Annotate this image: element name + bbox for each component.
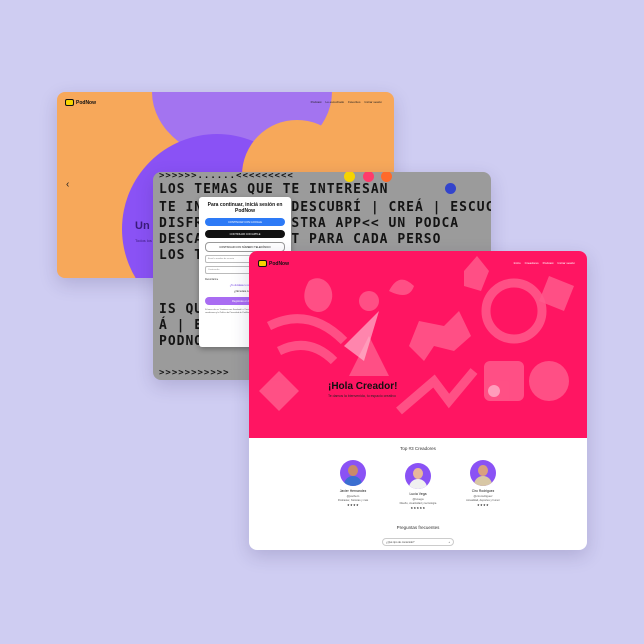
logo-text: PodNow <box>76 99 96 106</box>
remember-checkbox[interactable]: Recordarme <box>205 278 218 281</box>
chevron-left-icon[interactable]: ‹ <box>66 179 69 190</box>
hero-banner: PodNow Inicio Creadores Podcast Iniciar … <box>249 251 587 438</box>
avatar <box>340 460 366 486</box>
podnow-logo[interactable]: PodNow <box>258 260 289 267</box>
logo-text: PodNow <box>269 260 289 267</box>
faq-question: ¿Qué tipo de contenido? <box>386 540 415 544</box>
podnow-logo[interactable]: PodNow <box>65 99 96 106</box>
avatar <box>470 460 496 486</box>
rating-stars: ★★★★★ <box>410 506 426 510</box>
apple-login-button[interactable]: CONTINUAR CON APPLE <box>205 230 285 238</box>
rating-stars: ★★★★ <box>347 503 359 507</box>
nav-inicio[interactable]: Inicio <box>514 261 521 265</box>
creator-description: Diseño, creatividad y tecnología <box>399 502 437 505</box>
creator-card[interactable]: Javier Hernandez @javihern Podcaster, hi… <box>323 460 383 507</box>
pattern-row: >>>>>>>>>>> <box>159 368 230 378</box>
creator-card[interactable]: Ciro Rodriguez @cirorodriguez Actualidad… <box>453 460 513 507</box>
blue-dot <box>445 183 456 194</box>
top-nav: Inicio Creadores Podcast Iniciar sesión <box>514 261 575 265</box>
faq-accordion-item[interactable]: ¿Qué tipo de contenido? + <box>382 538 454 546</box>
modal-title: Para continuar, iniciá sesión en PodNow <box>207 202 283 214</box>
creator-card[interactable]: Lucía Vega @luvega Diseño, creatividad y… <box>388 463 448 510</box>
nav-login[interactable]: Iniciar sesión <box>364 100 382 104</box>
nav-escuchado[interactable]: Lo escuchado <box>325 100 344 104</box>
nav-creadores[interactable]: Creadores <box>525 261 539 265</box>
pattern-row: >>>>>>......<<<<<<<<< <box>159 172 294 181</box>
hero-pattern <box>259 256 574 415</box>
logo-icon <box>65 99 74 106</box>
nav-login[interactable]: Iniciar sesión <box>557 261 575 265</box>
rating-stars: ★★★★ <box>477 503 489 507</box>
creator-name: Lucía Vega <box>409 492 427 496</box>
yellow-dot <box>344 172 355 182</box>
nav-podcast[interactable]: Podcast <box>311 100 322 104</box>
logo-icon <box>258 260 267 267</box>
pattern-row: LOS TEMAS QUE TE INTERESAN <box>159 182 389 197</box>
orange-dot <box>381 172 392 182</box>
nav-podcast[interactable]: Podcast <box>543 261 554 265</box>
creator-handle: @javihern <box>346 494 360 498</box>
creator-description: Actualidad, deportes y humor <box>466 499 500 502</box>
hero-title: Un <box>135 220 150 232</box>
creator-name: Javier Hernandez <box>339 489 367 493</box>
top-nav: Podcast Lo escuchado Favoritos Iniciar s… <box>311 100 382 104</box>
creators-screen-card: PodNow Inicio Creadores Podcast Iniciar … <box>249 251 587 550</box>
hero-subtitle: Te damos la bienvenida, tu espacio creat… <box>328 394 396 398</box>
creator-name: Ciro Rodriguez <box>471 489 495 493</box>
top-creators-title: Top #3 Creadores <box>400 446 436 451</box>
avatar <box>405 463 431 489</box>
creator-description: Podcaster, historias y más <box>337 499 369 502</box>
creator-handle: @luvega <box>412 497 424 501</box>
plus-icon: + <box>448 540 450 544</box>
hero-subtitle: Todos los <box>135 238 152 243</box>
faq-title: Preguntas frecuentes <box>396 525 440 530</box>
hero-title: ¡Hola Creador! <box>328 381 398 392</box>
google-login-button[interactable]: CONTINUAR CON GOOGLE <box>205 218 285 226</box>
pink-dot <box>363 172 374 182</box>
nav-favoritos[interactable]: Favoritos <box>348 100 360 104</box>
creator-handle: @cirorodriguez <box>473 494 493 498</box>
